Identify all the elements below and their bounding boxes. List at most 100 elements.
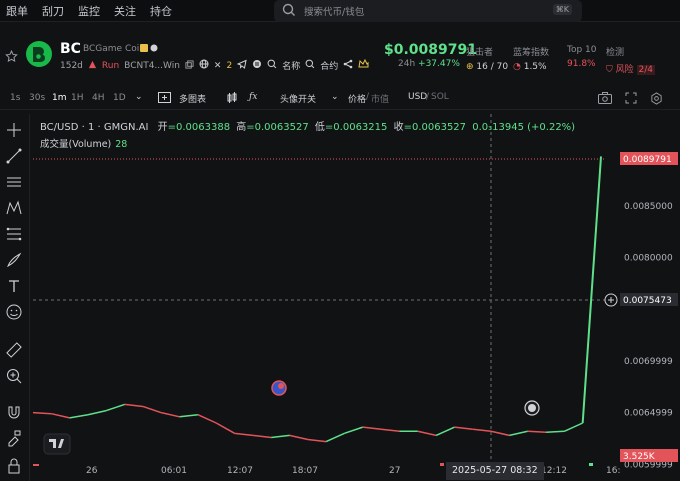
token-badge-icons xyxy=(140,43,160,56)
nav-scraper[interactable]: 刮刀 xyxy=(42,3,64,19)
text-tool-icon[interactable] xyxy=(4,276,24,296)
search-contract-icon[interactable] xyxy=(305,59,315,72)
price-segment xyxy=(545,430,565,434)
price-segment xyxy=(51,412,70,419)
emoji-icon[interactable] xyxy=(4,302,24,322)
fullscreen-icon[interactable] xyxy=(625,92,637,107)
x-tick: 27 xyxy=(389,466,401,476)
currency-sol[interactable]: SOL xyxy=(431,92,449,102)
magnet-icon[interactable] xyxy=(4,402,24,422)
open-label: 开 xyxy=(157,122,168,133)
volume-tag: 3.525K xyxy=(623,452,656,462)
volume-label: 成交量(Volume) xyxy=(40,139,112,150)
candle-type-icon[interactable] xyxy=(226,92,238,107)
timeframe-4h[interactable]: 4H xyxy=(92,93,105,103)
y-tick: 0.0064999 xyxy=(624,409,673,419)
fib-icon[interactable] xyxy=(4,224,24,244)
price-segment xyxy=(527,430,547,434)
stat-bluechip[interactable]: 蓝筹指数 ◔ 1.5% xyxy=(513,45,549,72)
stat-snipers[interactable]: 狙击者 ⊕ 16 / 70 xyxy=(466,45,508,72)
trader-avatar[interactable] xyxy=(271,380,287,396)
timeframe-1m[interactable]: 1m xyxy=(52,93,67,103)
stat-audit[interactable]: 检测 ⛉ 风险 2/4 xyxy=(606,45,655,75)
timeframe-1s[interactable]: 1s xyxy=(10,93,20,103)
price-chart[interactable]: 0.0085000 0.0080000 0.0069999 0.0064999 0.00… xyxy=(33,114,680,481)
search-name-icon[interactable] xyxy=(267,59,277,72)
price-segment xyxy=(234,432,253,437)
search-input[interactable]: 搜索代币/钱包 ⌘K xyxy=(274,0,582,22)
indicators-fx-icon[interactable]: ƒx xyxy=(249,92,257,102)
favorite-star-icon[interactable] xyxy=(5,49,18,66)
add-indicator-icon[interactable] xyxy=(158,92,171,106)
x-tick: 12:12 xyxy=(541,466,567,476)
settings-gear-icon[interactable] xyxy=(650,92,663,108)
stat-top10[interactable]: Top 10 91.8% xyxy=(567,45,597,69)
nav-copy-trade[interactable]: 跟单 xyxy=(6,3,28,19)
target-icon: ⊕ xyxy=(466,62,477,72)
change-value: 0.0₃13945 (+0.22%) xyxy=(472,122,576,133)
share-icon[interactable] xyxy=(343,59,353,72)
ohlc-legend: BC/USD · 1 · GMGN.AI 开=0.0063388 高=0.006… xyxy=(40,118,575,133)
crosshair-icon[interactable] xyxy=(4,120,24,140)
timeframe-1h[interactable]: 1H xyxy=(71,93,84,103)
x-tick: 06:01 xyxy=(161,466,187,476)
y-tick: 0.0080000 xyxy=(624,254,673,264)
search-contract-link[interactable]: 合约 xyxy=(320,59,338,72)
trend-line-icon[interactable] xyxy=(4,146,24,166)
timeframe-30s[interactable]: 30s xyxy=(29,93,45,103)
pair-address[interactable]: BCNT4...Win xyxy=(124,61,180,71)
token-name: BCGame Coin xyxy=(83,44,145,54)
stat-top10-label: Top 10 xyxy=(567,45,597,55)
token-symbol: BC xyxy=(60,41,81,57)
chevron-down-icon[interactable]: ⌄ xyxy=(331,92,339,102)
run-label[interactable]: Run xyxy=(102,61,119,71)
token-logo xyxy=(26,41,52,67)
crown-icon[interactable] xyxy=(358,58,369,72)
mcap-toggle[interactable]: 市值 xyxy=(371,92,389,105)
price-segment xyxy=(564,422,583,432)
close-value: =0.0063527 xyxy=(403,122,467,133)
nav-monitor[interactable]: 监控 xyxy=(78,3,100,19)
price-series xyxy=(33,156,602,443)
x-tick: 26 xyxy=(86,466,98,476)
nav-follow[interactable]: 关注 xyxy=(114,3,136,19)
camera-icon[interactable] xyxy=(598,92,612,107)
website-icon[interactable] xyxy=(252,59,262,72)
price-axis: 0.0085000 0.0080000 0.0069999 0.0064999 0.00… xyxy=(620,152,678,470)
avatar-toggle-button[interactable]: 头像开关 xyxy=(280,92,316,105)
add-alert-button[interactable] xyxy=(604,293,618,307)
volume-value: 28 xyxy=(115,139,128,150)
price-segment xyxy=(490,430,510,437)
pattern-icon[interactable] xyxy=(4,198,24,218)
volume-legend: 成交量(Volume) 28 xyxy=(40,136,127,150)
stat-audit-label: 检测 xyxy=(606,48,625,58)
horizontal-lines-icon[interactable] xyxy=(4,172,24,192)
copy-icon[interactable] xyxy=(185,59,194,72)
brush-icon[interactable] xyxy=(4,250,24,270)
ruler-icon[interactable] xyxy=(4,340,24,360)
search-name-link[interactable]: 名称 xyxy=(282,59,300,72)
currency-usd[interactable]: USD xyxy=(408,92,427,102)
price-segment xyxy=(252,434,272,439)
lock-drawing-icon[interactable] xyxy=(4,428,24,448)
price-toggle[interactable]: 价格 xyxy=(348,92,366,105)
price-segment xyxy=(381,428,400,433)
search-placeholder: 搜索代币/钱包 xyxy=(304,7,365,18)
timeframe-1d[interactable]: 1D xyxy=(113,93,126,103)
lock-icon[interactable] xyxy=(4,456,24,476)
chevron-down-icon[interactable]: ⌄ xyxy=(135,92,143,102)
nav-holdings[interactable]: 持仓 xyxy=(150,3,172,19)
globe-icon[interactable] xyxy=(199,59,209,72)
x-social-icon[interactable]: ✕ xyxy=(214,61,222,71)
telegram-icon[interactable] xyxy=(236,59,247,72)
risk-shield-icon: ⛉ xyxy=(606,65,616,75)
close-label: 收 xyxy=(393,122,404,133)
top-navigation: 跟单 刮刀 监控 关注 持仓 搜索代币/钱包 ⌘K xyxy=(0,0,680,22)
trader-avatar[interactable] xyxy=(524,400,540,416)
zoom-in-icon[interactable] xyxy=(4,366,24,386)
high-value: =0.0063527 xyxy=(246,122,309,133)
token-meta-row: 152d Run BCNT4...Win ✕ 2 名称 合约 xyxy=(60,58,369,72)
multi-chart-button[interactable]: 多图表 xyxy=(179,92,206,105)
price-segment xyxy=(69,413,89,419)
price-change: 24h +37.47% xyxy=(398,59,460,69)
